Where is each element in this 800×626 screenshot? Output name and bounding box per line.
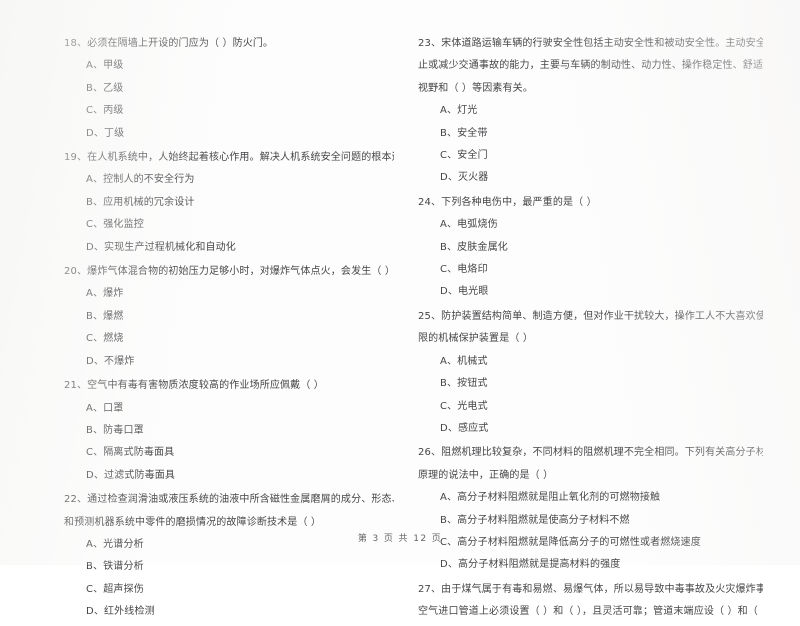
question-19: 19、在人机系统中，人始终起着核心作用。解决人机系统安全问题的根本途径是（ ） … (64, 147, 394, 259)
option-b[interactable]: B、应用机械的冗余设计 (64, 192, 416, 214)
question-25: 25、防护装置结构简单、制造方便，但对作业干扰较大，操作工人不大喜欢使用，应用比… (418, 306, 763, 440)
question-stem-line-1: 22、通过检查润滑油或液压系统的油液中所含磁性金属磨屑的成分、形态、大小及浓度来… (64, 494, 394, 506)
question-stem: 20、爆炸气体混合物的初始压力足够小时，对爆炸气体点火，会发生（ ）现象。 (64, 266, 394, 278)
option-a[interactable]: A、控制人的不安全行为 (64, 169, 416, 191)
option-d[interactable]: D、丁级 (64, 123, 416, 145)
option-d[interactable]: D、实现生产过程机械化和自动化 (64, 237, 416, 259)
question-23: 23、宋体道路运输车辆的行驶安全性包括主动安全性和被动安全性。主动安全性指车辆本… (418, 33, 763, 190)
question-stem-line-2: 原理的说法中，正确的是（ ） (418, 469, 554, 481)
option-d[interactable]: D、过滤式防毒面具 (64, 465, 416, 487)
question-stem-line-1: 23、宋体道路运输车辆的行驶安全性包括主动安全性和被动安全性。主动安全性指车辆本… (418, 38, 763, 49)
question-stem: 19、在人机系统中，人始终起着核心作用。解决人机系统安全问题的根本途径是（ ） (64, 152, 394, 164)
question-stem: 18、必须在隔墙上开设的门应为（ ）防火门。 (64, 38, 274, 49)
option-c[interactable]: C、丙级 (64, 100, 416, 122)
option-a[interactable]: A、灯光 (418, 100, 785, 122)
option-b[interactable]: B、爆燃 (64, 306, 416, 328)
option-a[interactable]: A、电弧烧伤 (418, 214, 785, 236)
option-a[interactable]: A、口罩 (64, 398, 416, 420)
option-b[interactable]: B、安全带 (418, 123, 785, 145)
scanned-exam-page: 18、必须在隔墙上开设的门应为（ ）防火门。 A、甲级 B、乙级 C、丙级 D、… (0, 0, 800, 617)
option-d[interactable]: D、不爆炸 (64, 351, 416, 373)
question-26: 26、阻燃机理比较复杂，不同材料的阻燃机理不完全相同。下列有关高分子材料阻燃技术… (418, 442, 763, 576)
question-stem-line-1: 25、防护装置结构简单、制造方便，但对作业干扰较大，操作工人不大喜欢使用，应用比… (418, 310, 763, 322)
question-stem-line-1: 26、阻燃机理比较复杂，不同材料的阻燃机理不完全相同。下列有关高分子材料阻燃技术… (418, 447, 763, 459)
page-footer: 第 3 页 共 12 页 (357, 534, 443, 544)
option-b[interactable]: B、按钮式 (418, 373, 785, 395)
option-b[interactable]: B、高分子材料阻燃就是使高分子材料不燃 (418, 510, 785, 532)
option-c[interactable]: C、安全门 (418, 145, 785, 167)
option-d[interactable]: D、灭火器 (418, 167, 785, 189)
option-c[interactable]: C、超声探伤 (64, 579, 416, 601)
option-b[interactable]: B、防毒口罩 (64, 420, 416, 442)
option-a[interactable]: A、爆炸 (64, 283, 416, 305)
question-20: 20、爆炸气体混合物的初始压力足够小时，对爆炸气体点火，会发生（ ）现象。 A、… (64, 261, 394, 373)
option-b[interactable]: B、铁谱分析 (64, 556, 416, 578)
question-24: 24、下列各种电伤中，最严重的是（ ） A、电弧烧伤 B、皮肤金属化 C、电烙印… (418, 192, 760, 304)
option-d[interactable]: D、高分子材料阻燃就是提高材料的强度 (418, 554, 785, 576)
question-21: 21、空气中有毒有害物质浓度较高的作业场所应佩戴（ ） A、口罩 B、防毒口罩 … (64, 375, 388, 487)
option-a[interactable]: A、机械式 (418, 351, 785, 373)
option-c[interactable]: C、燃烧 (64, 328, 416, 350)
option-a[interactable]: A、高分子材料阻燃就是阻止氧化剂的可燃物接触 (418, 487, 785, 509)
option-b[interactable]: B、乙级 (64, 78, 416, 100)
question-stem: 21、空气中有毒有害物质浓度较高的作业场所应佩戴（ ） (64, 380, 324, 392)
question-27: 27、由于煤气属于有毒和易燃、易爆气体，所以易导致中毒事故及火灾爆炸事故。煤气发… (418, 579, 763, 624)
question-stem-line-3: 视野和（ ）等因素有关。 (418, 82, 533, 94)
question-stem-line-2: 限的机械保护装置是（ ） (418, 333, 533, 345)
option-c[interactable]: C、隔离式防毒面具 (64, 442, 416, 464)
question-18: 18、必须在隔墙上开设的门应为（ ）防火门。 A、甲级 B、乙级 C、丙级 D、… (64, 33, 388, 145)
option-c[interactable]: C、光电式 (418, 396, 785, 418)
question-stem-line-2: 空气进口管道上必须设置（ ）和（ ），且灵活可靠；管道末端应设（ ）和（ (418, 606, 758, 618)
question-stem-line-1: 27、由于煤气属于有毒和易燃、易爆气体，所以易导致中毒事故及火灾爆炸事故。煤气发… (418, 583, 763, 595)
option-c[interactable]: C、电烙印 (418, 259, 785, 281)
question-22: 22、通过检查润滑油或液压系统的油液中所含磁性金属磨屑的成分、形态、大小及浓度来… (64, 489, 394, 623)
option-d[interactable]: D、感应式 (418, 418, 785, 440)
option-a[interactable]: A、甲级 (64, 55, 416, 77)
option-d[interactable]: D、电光眼 (418, 281, 785, 303)
question-stem: 24、下列各种电伤中，最严重的是（ ） (418, 196, 597, 208)
option-d[interactable]: D、红外线检测 (64, 601, 416, 623)
option-c[interactable]: C、强化监控 (64, 214, 416, 236)
question-stem-line-2: 止或减少交通事故的能力，主要与车辆的制动性、动力性、操作稳定性、舒适性、结构尺寸… (418, 60, 763, 72)
option-b[interactable]: B、皮肤金属化 (418, 237, 785, 259)
